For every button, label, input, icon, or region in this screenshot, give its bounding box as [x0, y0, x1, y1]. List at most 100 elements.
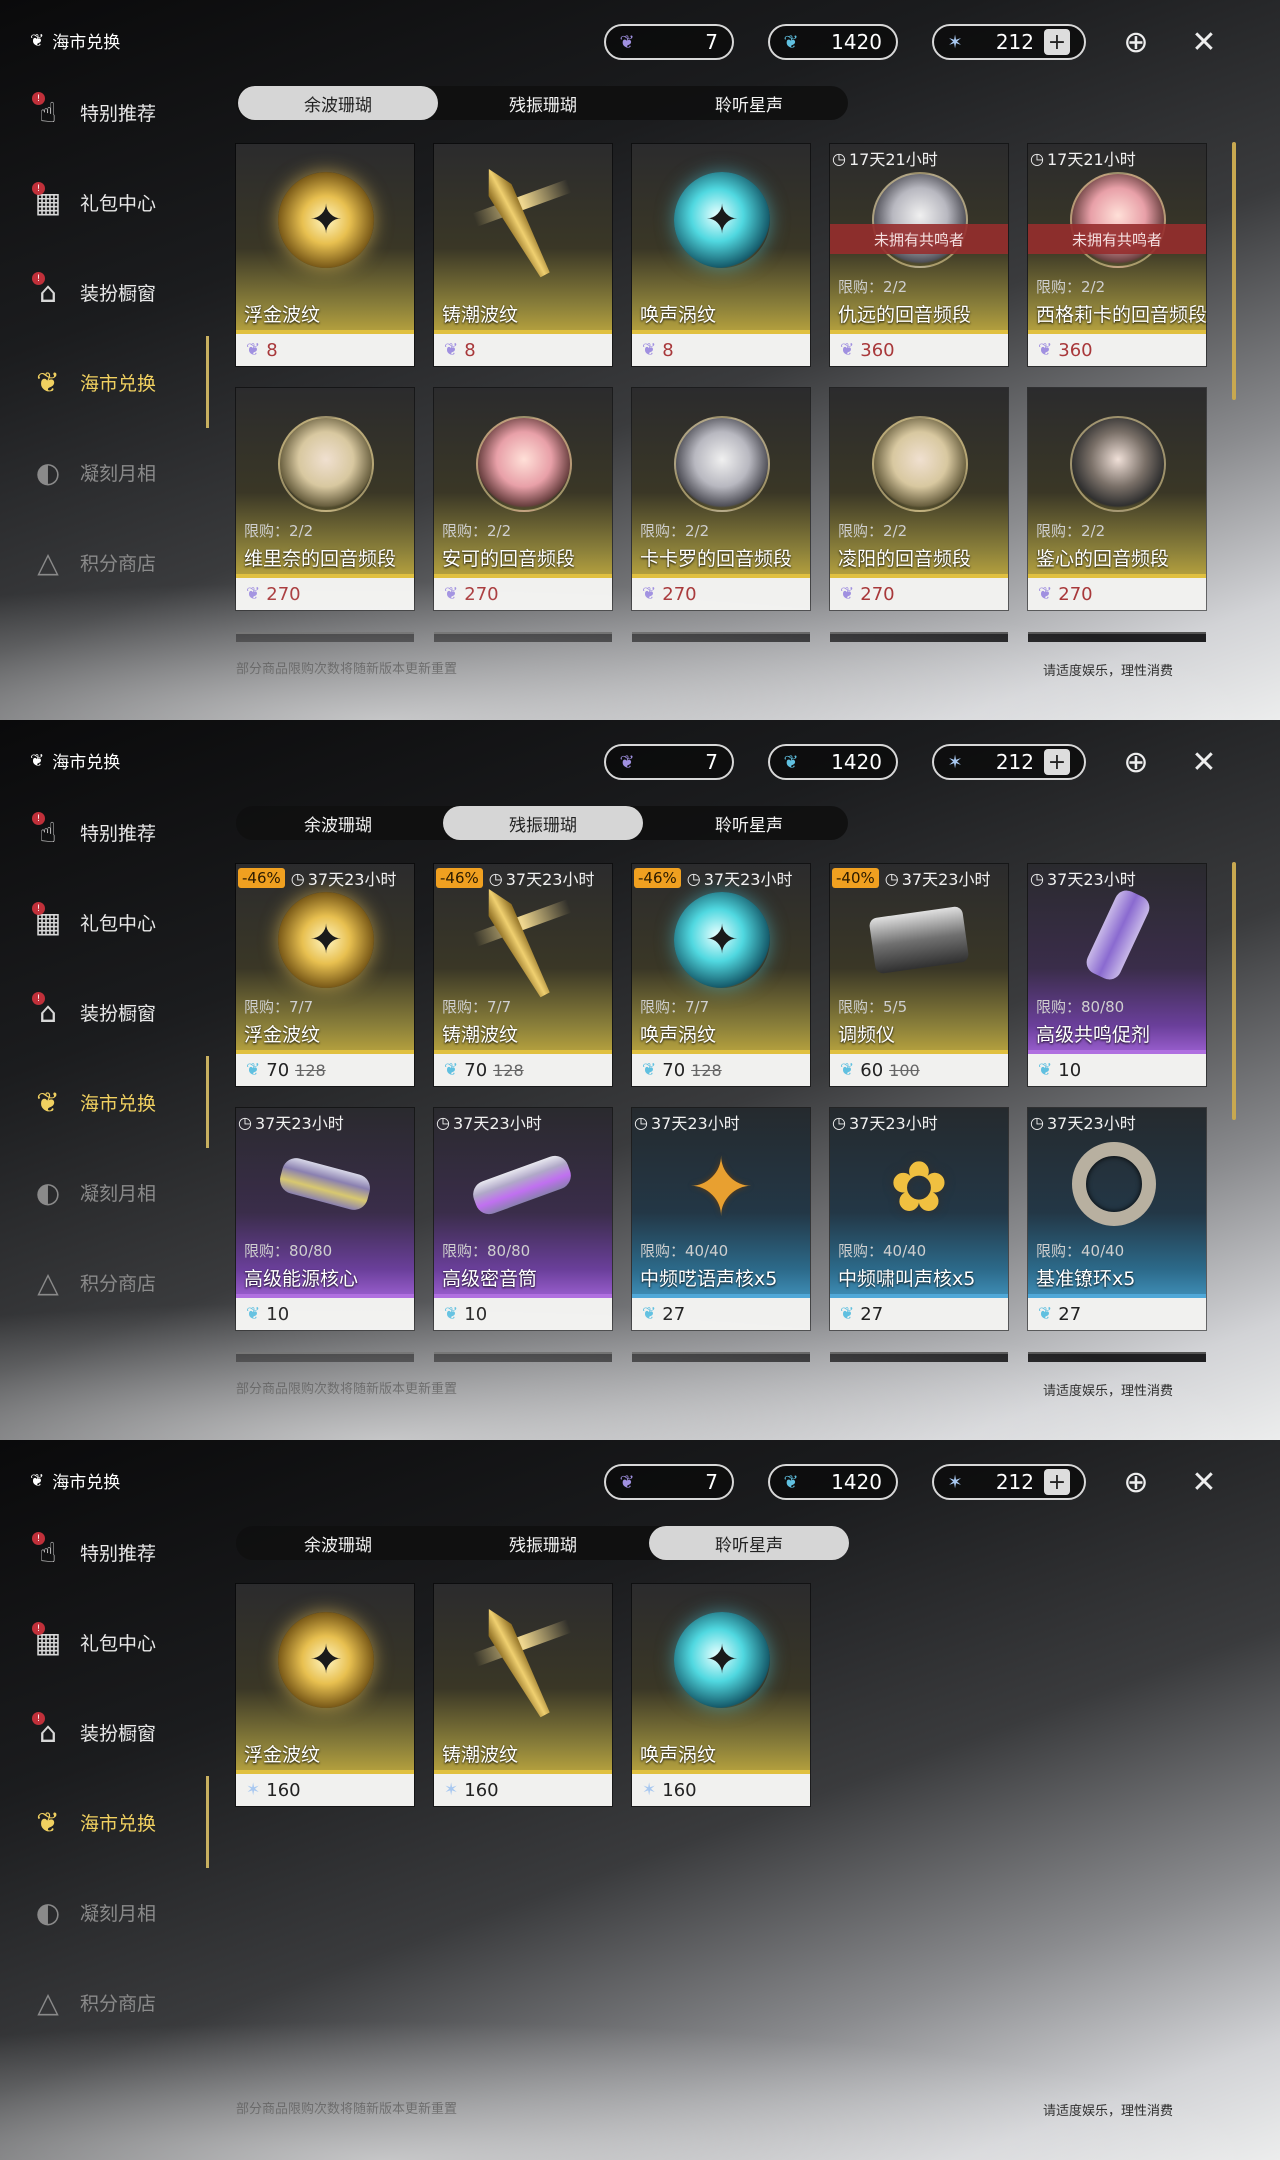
currency-value: 7 [705, 30, 718, 54]
shop-item-card[interactable]: ✦ -46% ◷ 37天23小时 限购：7/7 浮金波纹 ❦ 70 128 [236, 864, 414, 1086]
timer-row: ◷ 37天23小时 [1030, 866, 1136, 890]
shop-item-card[interactable]: 限购：2/2 安可的回音频段 ❦ 270 [434, 388, 612, 610]
astrite-icon: ✶ [246, 1780, 261, 1800]
shop-item-card-partial[interactable] [236, 1352, 414, 1362]
tab-1[interactable]: 余波珊瑚 [238, 806, 438, 840]
shop-item-card[interactable]: 铸潮波纹 ❦ 8 [434, 144, 612, 366]
tab-3[interactable]: 聆听星声 [649, 806, 849, 840]
tab-1[interactable]: 余波珊瑚 [238, 86, 438, 120]
purchase-limit: 限购：80/80 [1036, 998, 1125, 1016]
item-price: 27 [860, 1303, 884, 1325]
sidebar-item-1[interactable]: ☝! 特别推荐 [28, 1522, 198, 1582]
shop-item-card[interactable]: 铸潮波纹 ✶ 160 [434, 1584, 612, 1806]
item-price: 8 [662, 339, 674, 361]
close-icon[interactable]: ✕ [1184, 1462, 1224, 1502]
coral-blue-icon: ❦ [783, 31, 799, 53]
coral-blue-icon: ❦ [444, 1304, 459, 1324]
tab-3[interactable]: 聆听星声 [649, 1526, 849, 1560]
plus-button[interactable]: + [1044, 29, 1070, 55]
sidebar-item-2[interactable]: ▦! 礼包中心 [28, 892, 198, 952]
shop-item-card[interactable]: ◷ 37天23小时 限购：80/80 高级共鸣促剂 ❦ 10 [1028, 864, 1206, 1086]
sidebar-item-4[interactable]: ❦ 海市兑换 [28, 1072, 198, 1132]
coral-purple-icon: ❦ [619, 31, 635, 53]
timer-row: -46% ◷ 37天23小时 [238, 866, 396, 890]
sidebar-item-6[interactable]: △ 积分商店 [28, 532, 198, 592]
shop-item-card[interactable]: 限购：2/2 鉴心的回音频段 ❦ 270 [1028, 388, 1206, 610]
shop-item-card-partial[interactable] [434, 632, 612, 642]
sidebar-item-label: 特别推荐 [80, 1542, 157, 1565]
tab-2[interactable]: 残振珊瑚 [443, 86, 643, 120]
shop-item-card-partial[interactable] [434, 1352, 612, 1362]
close-icon[interactable]: ✕ [1184, 22, 1224, 62]
sidebar-item-2[interactable]: ▦! 礼包中心 [28, 1612, 198, 1672]
sidebar-item-3[interactable]: ⌂! 装扮橱窗 [28, 262, 198, 322]
item-name: 浮金波纹 [244, 304, 321, 326]
shop-item-card[interactable]: ✦ -46% ◷ 37天23小时 限购：7/7 唤声涡纹 ❦ 70 128 [632, 864, 810, 1086]
shop-item-card[interactable]: -46% ◷ 37天23小时 限购：7/7 铸潮波纹 ❦ 70 128 [434, 864, 612, 1086]
close-icon[interactable]: ✕ [1184, 742, 1224, 782]
shop-item-card-partial[interactable] [1028, 632, 1206, 642]
shop-item-card[interactable]: ✿ ◷ 37天23小时 限购：40/40 中频啸叫声核x5 ❦ 27 [830, 1108, 1008, 1330]
notification-badge: ! [32, 182, 45, 195]
sidebar-item-label: 特别推荐 [80, 102, 157, 125]
sidebar-title-text: 海市兑换 [52, 1473, 121, 1493]
plus-button[interactable]: + [1044, 1469, 1070, 1495]
target-icon[interactable]: ⊕ [1116, 22, 1156, 62]
shop-item-card-partial[interactable] [632, 1352, 810, 1362]
shop-item-card[interactable]: 限购：2/2 卡卡罗的回音频段 ❦ 270 [632, 388, 810, 610]
tab-2[interactable]: 残振珊瑚 [443, 1526, 643, 1560]
scrollbar[interactable] [1232, 142, 1236, 400]
shop-item-card[interactable]: 未拥有共鸣者 ◷ 17天21小时 限购：2/2 仇远的回音频段 ❦ 360 [830, 144, 1008, 366]
shop-item-card[interactable]: ✦ 浮金波纹 ✶ 160 [236, 1584, 414, 1806]
shop-item-card-partial[interactable] [236, 632, 414, 642]
target-icon[interactable]: ⊕ [1116, 742, 1156, 782]
scrollbar[interactable] [1232, 862, 1236, 1120]
coral-purple-icon: ❦ [1038, 584, 1053, 604]
coral-purple-icon: ❦ [840, 584, 855, 604]
shop-item-card[interactable]: 未拥有共鸣者 ◷ 17天21小时 限购：2/2 西格莉卡的回音频段 ❦ 360 [1028, 144, 1207, 366]
plus-button[interactable]: + [1044, 749, 1070, 775]
shop-item-card[interactable]: ✦ 浮金波纹 ❦ 8 [236, 144, 414, 366]
sidebar-item-5[interactable]: ◐ 凝刻月相 [28, 1882, 198, 1942]
shop-item-card[interactable]: ◷ 37天23小时 限购：40/40 基准镣环x5 ❦ 27 [1028, 1108, 1206, 1330]
sidebar-item-2[interactable]: ▦! 礼包中心 [28, 172, 198, 232]
sidebar-item-5[interactable]: ◐ 凝刻月相 [28, 442, 198, 502]
shop-item-card[interactable]: ✦ 唤声涡纹 ✶ 160 [632, 1584, 810, 1806]
timer-text: 37天23小时 [307, 870, 397, 889]
price-bar: ✶ 160 [236, 1774, 414, 1806]
sidebar-item-3[interactable]: ⌂! 装扮橱窗 [28, 982, 198, 1042]
shop-item-card[interactable]: ✦ 唤声涡纹 ❦ 8 [632, 144, 810, 366]
cylinder2-icon [469, 1151, 575, 1219]
tab-1[interactable]: 余波珊瑚 [238, 1526, 438, 1560]
sidebar-item-6[interactable]: △ 积分商店 [28, 1972, 198, 2032]
sidebar-item-1[interactable]: ☝! 特别推荐 [28, 82, 198, 142]
item-price: 360 [1058, 339, 1093, 361]
sidebar-title: ❦ 海市兑换 [30, 1468, 121, 1494]
sidebar-item-5[interactable]: ◐ 凝刻月相 [28, 1162, 198, 1222]
shop-item-card-partial[interactable] [830, 632, 1008, 642]
tab-3[interactable]: 聆听星声 [649, 86, 849, 120]
shop-item-card[interactable]: 限购：2/2 凌阳的回音频段 ❦ 270 [830, 388, 1008, 610]
sidebar-item-1[interactable]: ☝! 特别推荐 [28, 802, 198, 862]
shop-item-card-partial[interactable] [1028, 1352, 1206, 1362]
shop-item-card[interactable]: -40% ◷ 37天23小时 限购：5/5 调频仪 ❦ 60 100 [830, 864, 1008, 1086]
shop-item-card[interactable]: ✦ ◷ 37天23小时 限购：40/40 中频呓语声核x5 ❦ 27 [632, 1108, 810, 1330]
target-icon[interactable]: ⊕ [1116, 1462, 1156, 1502]
tab-2[interactable]: 残振珊瑚 [443, 806, 643, 840]
shop-item-card[interactable]: ◷ 37天23小时 限购：80/80 高级能源核心 ❦ 10 [236, 1108, 414, 1330]
sidebar-item-4[interactable]: ❦ 海市兑换 [28, 352, 198, 412]
price-bar: ❦ 270 [830, 578, 1008, 610]
sidebar-item-6[interactable]: △ 积分商店 [28, 1252, 198, 1312]
timer-text: 37天23小时 [703, 870, 793, 889]
shop-item-card-partial[interactable] [830, 1352, 1008, 1362]
sidebar-item-3[interactable]: ⌂! 装扮橱窗 [28, 1702, 198, 1762]
triangle-shop-icon: △ [37, 1265, 59, 1299]
shop-item-card-partial[interactable] [632, 632, 810, 642]
shop-item-card[interactable]: ◷ 37天23小时 限购：80/80 高级密音筒 ❦ 10 [434, 1108, 612, 1330]
sparkle-icon: ✦ [705, 917, 739, 963]
shop-item-card[interactable]: 限购：2/2 维里奈的回音频段 ❦ 270 [236, 388, 414, 610]
timer-text: 37天23小时 [254, 1114, 344, 1133]
sidebar-item-4[interactable]: ❦ 海市兑换 [28, 1792, 198, 1852]
item-price: 10 [464, 1303, 488, 1325]
sidebar-item-label: 装扮橱窗 [80, 282, 157, 305]
